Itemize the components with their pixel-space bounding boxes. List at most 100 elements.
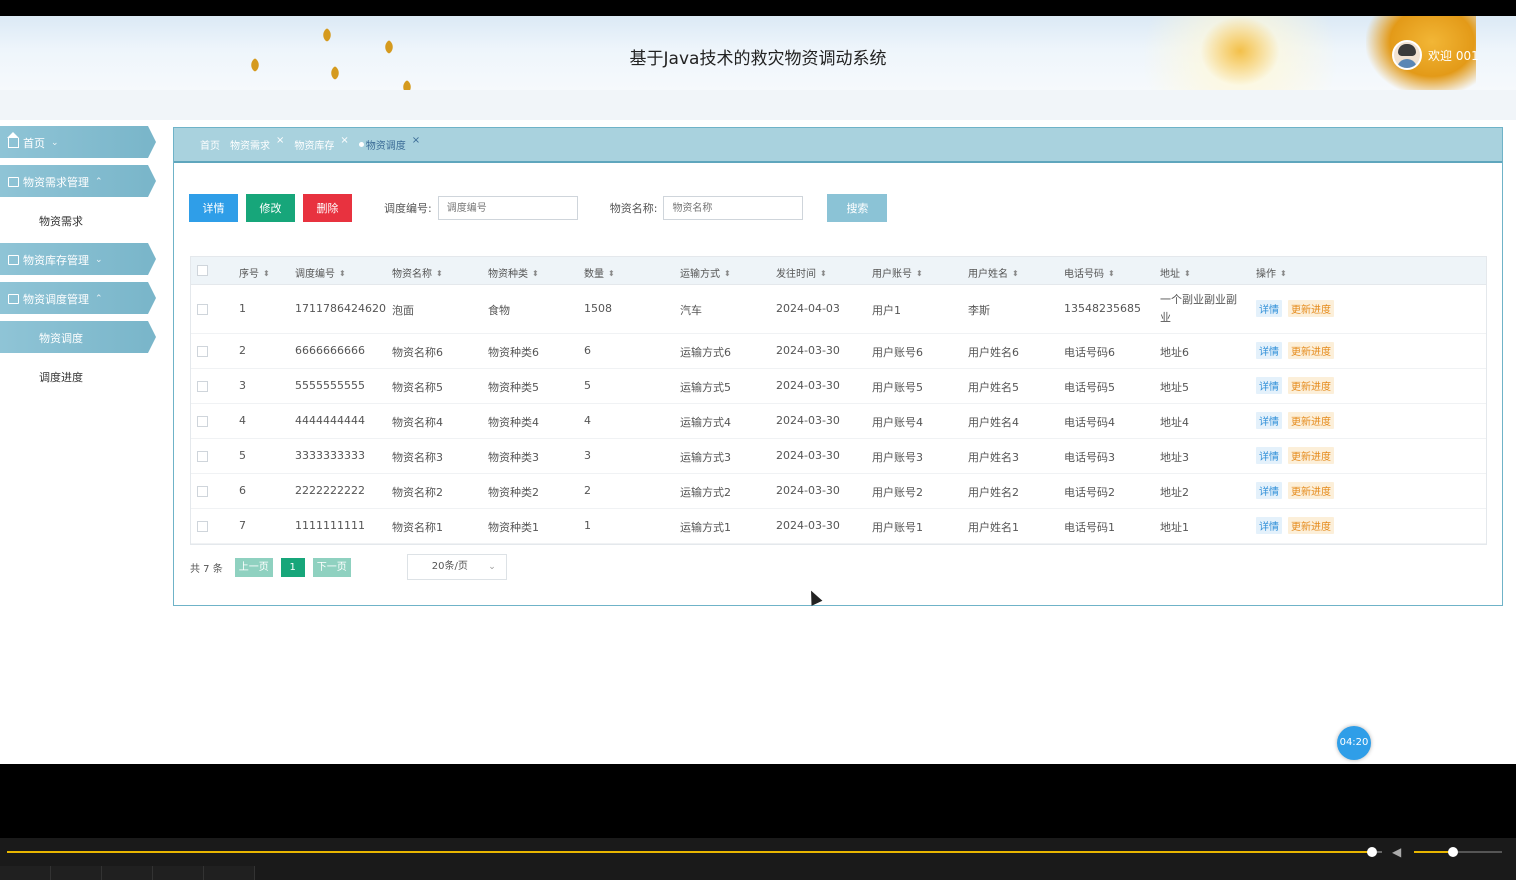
column-header[interactable]: 电话号码 ⬍ (1064, 265, 1115, 280)
row-detail-button[interactable]: 详情 (1256, 412, 1282, 429)
material-name-input[interactable] (663, 196, 804, 220)
column-header[interactable]: 用户账号 ⬍ (872, 265, 923, 280)
table-row[interactable]: 5 3333333333 物资名称3 物资种类3 3 运输方式3 2024-03-30 用户账… (191, 439, 1486, 474)
table-cell: 3 (584, 449, 591, 462)
control-slot[interactable] (51, 866, 102, 880)
prev-page-button[interactable]: 上一页 (234, 557, 273, 577)
volume-slider[interactable] (1414, 851, 1502, 853)
column-header[interactable]: 运输方式 ⬍ (680, 265, 731, 280)
tab-demand[interactable]: 物资需求 × (230, 135, 284, 152)
progress-bar[interactable] (7, 851, 1372, 853)
sort-icon[interactable]: ⬍ (263, 269, 270, 278)
row-detail-button[interactable]: 详情 (1256, 517, 1282, 534)
edit-button[interactable]: 修改 (246, 194, 295, 222)
avatar[interactable] (1392, 40, 1422, 70)
sidebar-item-home[interactable]: 首页 ⌄ (0, 126, 160, 158)
row-update-progress-button[interactable]: 更新进度 (1288, 447, 1334, 464)
next-page-button[interactable]: 下一页 (312, 557, 351, 577)
row-update-progress-button[interactable]: 更新进度 (1288, 412, 1334, 429)
table-cell: 2 (239, 344, 246, 357)
column-header[interactable]: 用户姓名 ⬍ (968, 265, 1019, 280)
row-detail-button[interactable]: 详情 (1256, 482, 1282, 499)
sidebar-item-dispatch[interactable]: 物资调度 (0, 321, 160, 353)
sidebar-item-progress[interactable]: 调度进度 (0, 360, 160, 392)
close-icon[interactable]: × (276, 135, 284, 146)
table-cell: 物资名称2 (392, 486, 443, 499)
row-update-progress-button[interactable]: 更新进度 (1288, 482, 1334, 499)
table-cell: 电话号码3 (1064, 451, 1115, 464)
sort-icon[interactable]: ⬍ (1012, 269, 1019, 278)
row-detail-button[interactable]: 详情 (1256, 342, 1282, 359)
column-header[interactable]: 调度编号 ⬍ (295, 265, 346, 280)
sidebar-group-inventory[interactable]: 物资库存管理 ⌄ (0, 243, 160, 275)
row-update-progress-button[interactable]: 更新进度 (1288, 377, 1334, 394)
row-checkbox[interactable] (197, 346, 208, 357)
control-slot[interactable] (0, 866, 51, 880)
column-header[interactable]: 序号 ⬍ (239, 265, 270, 280)
sort-icon[interactable]: ⬍ (339, 269, 346, 278)
page-size-select[interactable]: 20条/页 ⌄ (406, 554, 507, 580)
row-actions: 详情 更新进度 (1256, 447, 1340, 464)
table-cell: 5555555555 (295, 379, 365, 392)
column-header[interactable]: 物资名称 ⬍ (392, 265, 443, 280)
column-header[interactable]: 操作 ⬍ (1256, 265, 1287, 280)
table-cell: 用户姓名2 (968, 486, 1019, 499)
search-button[interactable]: 搜索 (827, 194, 888, 222)
row-detail-button[interactable]: 详情 (1256, 377, 1282, 394)
row-checkbox[interactable] (197, 381, 208, 392)
row-detail-button[interactable]: 详情 (1256, 300, 1282, 317)
sort-icon[interactable]: ⬍ (724, 269, 731, 278)
page-number-button[interactable]: 1 (280, 557, 305, 577)
sidebar-item-demand[interactable]: 物资需求 (0, 204, 160, 236)
sort-icon[interactable]: ⬍ (1184, 269, 1191, 278)
table-row[interactable]: 1 1711786424620 泡面 食物 1508 汽车 2024-04-03 用户1 李斯 1… (191, 285, 1486, 334)
column-header[interactable]: 物资种类 ⬍ (488, 265, 539, 280)
table-cell: 电话号码1 (1064, 521, 1115, 534)
tab-dispatch[interactable]: 物资调度 × (358, 135, 420, 152)
table-row[interactable]: 3 5555555555 物资名称5 物资种类5 5 运输方式5 2024-03-30 用户账… (191, 369, 1486, 404)
tab-inventory[interactable]: 物资库存 × (294, 135, 348, 152)
column-header[interactable]: 数量 ⬍ (584, 265, 615, 280)
sort-icon[interactable]: ⬍ (916, 269, 923, 278)
row-checkbox[interactable] (197, 304, 208, 315)
row-checkbox[interactable] (197, 486, 208, 497)
volume-icon[interactable]: ◀ (1392, 846, 1406, 858)
table-row[interactable]: 6 2222222222 物资名称2 物资种类2 2 运输方式2 2024-03-30 用户账… (191, 474, 1486, 509)
timer-badge[interactable]: 04:20 (1337, 726, 1371, 760)
control-slot[interactable] (102, 866, 153, 880)
row-checkbox[interactable] (197, 416, 208, 427)
table-row[interactable]: 2 6666666666 物资名称6 物资种类6 6 运输方式6 2024-03-30 用户账… (191, 334, 1486, 369)
sort-icon[interactable]: ⬍ (820, 269, 827, 278)
table-row[interactable]: 7 1111111111 物资名称1 物资种类1 1 运输方式1 2024-03-30 用户账… (191, 509, 1486, 544)
progress-handle[interactable] (1367, 847, 1377, 857)
select-all-checkbox[interactable] (197, 265, 208, 276)
sidebar-group-demand[interactable]: 物资需求管理 ⌃ (0, 165, 160, 197)
control-slot[interactable] (153, 866, 204, 880)
sort-icon[interactable]: ⬍ (608, 269, 615, 278)
column-header[interactable]: 发往时间 ⬍ (776, 265, 827, 280)
sort-icon[interactable]: ⬍ (436, 269, 443, 278)
table-row[interactable]: 4 4444444444 物资名称4 物资种类4 4 运输方式4 2024-03-30 用户账… (191, 404, 1486, 439)
close-icon[interactable]: × (412, 135, 420, 146)
row-update-progress-button[interactable]: 更新进度 (1288, 300, 1334, 317)
table-cell: 汽车 (680, 304, 702, 317)
sort-icon[interactable]: ⬍ (1108, 269, 1115, 278)
delete-button[interactable]: 删除 (303, 194, 352, 222)
column-header[interactable]: 地址 ⬍ (1160, 265, 1191, 280)
tab-home[interactable]: 首页 (200, 137, 220, 152)
row-checkbox[interactable] (197, 451, 208, 462)
table-body: 1 1711786424620 泡面 食物 1508 汽车 2024-04-03 用户1 李斯 1… (191, 285, 1486, 544)
sidebar-group-dispatch[interactable]: 物资调度管理 ⌃ (0, 282, 160, 314)
close-icon[interactable]: × (340, 135, 348, 146)
detail-button[interactable]: 详情 (189, 194, 238, 222)
volume-handle[interactable] (1448, 847, 1458, 857)
row-detail-button[interactable]: 详情 (1256, 447, 1282, 464)
row-checkbox[interactable] (197, 521, 208, 532)
dispatch-no-input[interactable] (437, 196, 578, 220)
row-update-progress-button[interactable]: 更新进度 (1288, 342, 1334, 359)
control-slot[interactable] (204, 866, 255, 880)
sort-icon[interactable]: ⬍ (532, 269, 539, 278)
user-menu[interactable]: 欢迎 001 (1392, 40, 1479, 70)
row-update-progress-button[interactable]: 更新进度 (1288, 517, 1334, 534)
sort-icon[interactable]: ⬍ (1280, 269, 1287, 278)
